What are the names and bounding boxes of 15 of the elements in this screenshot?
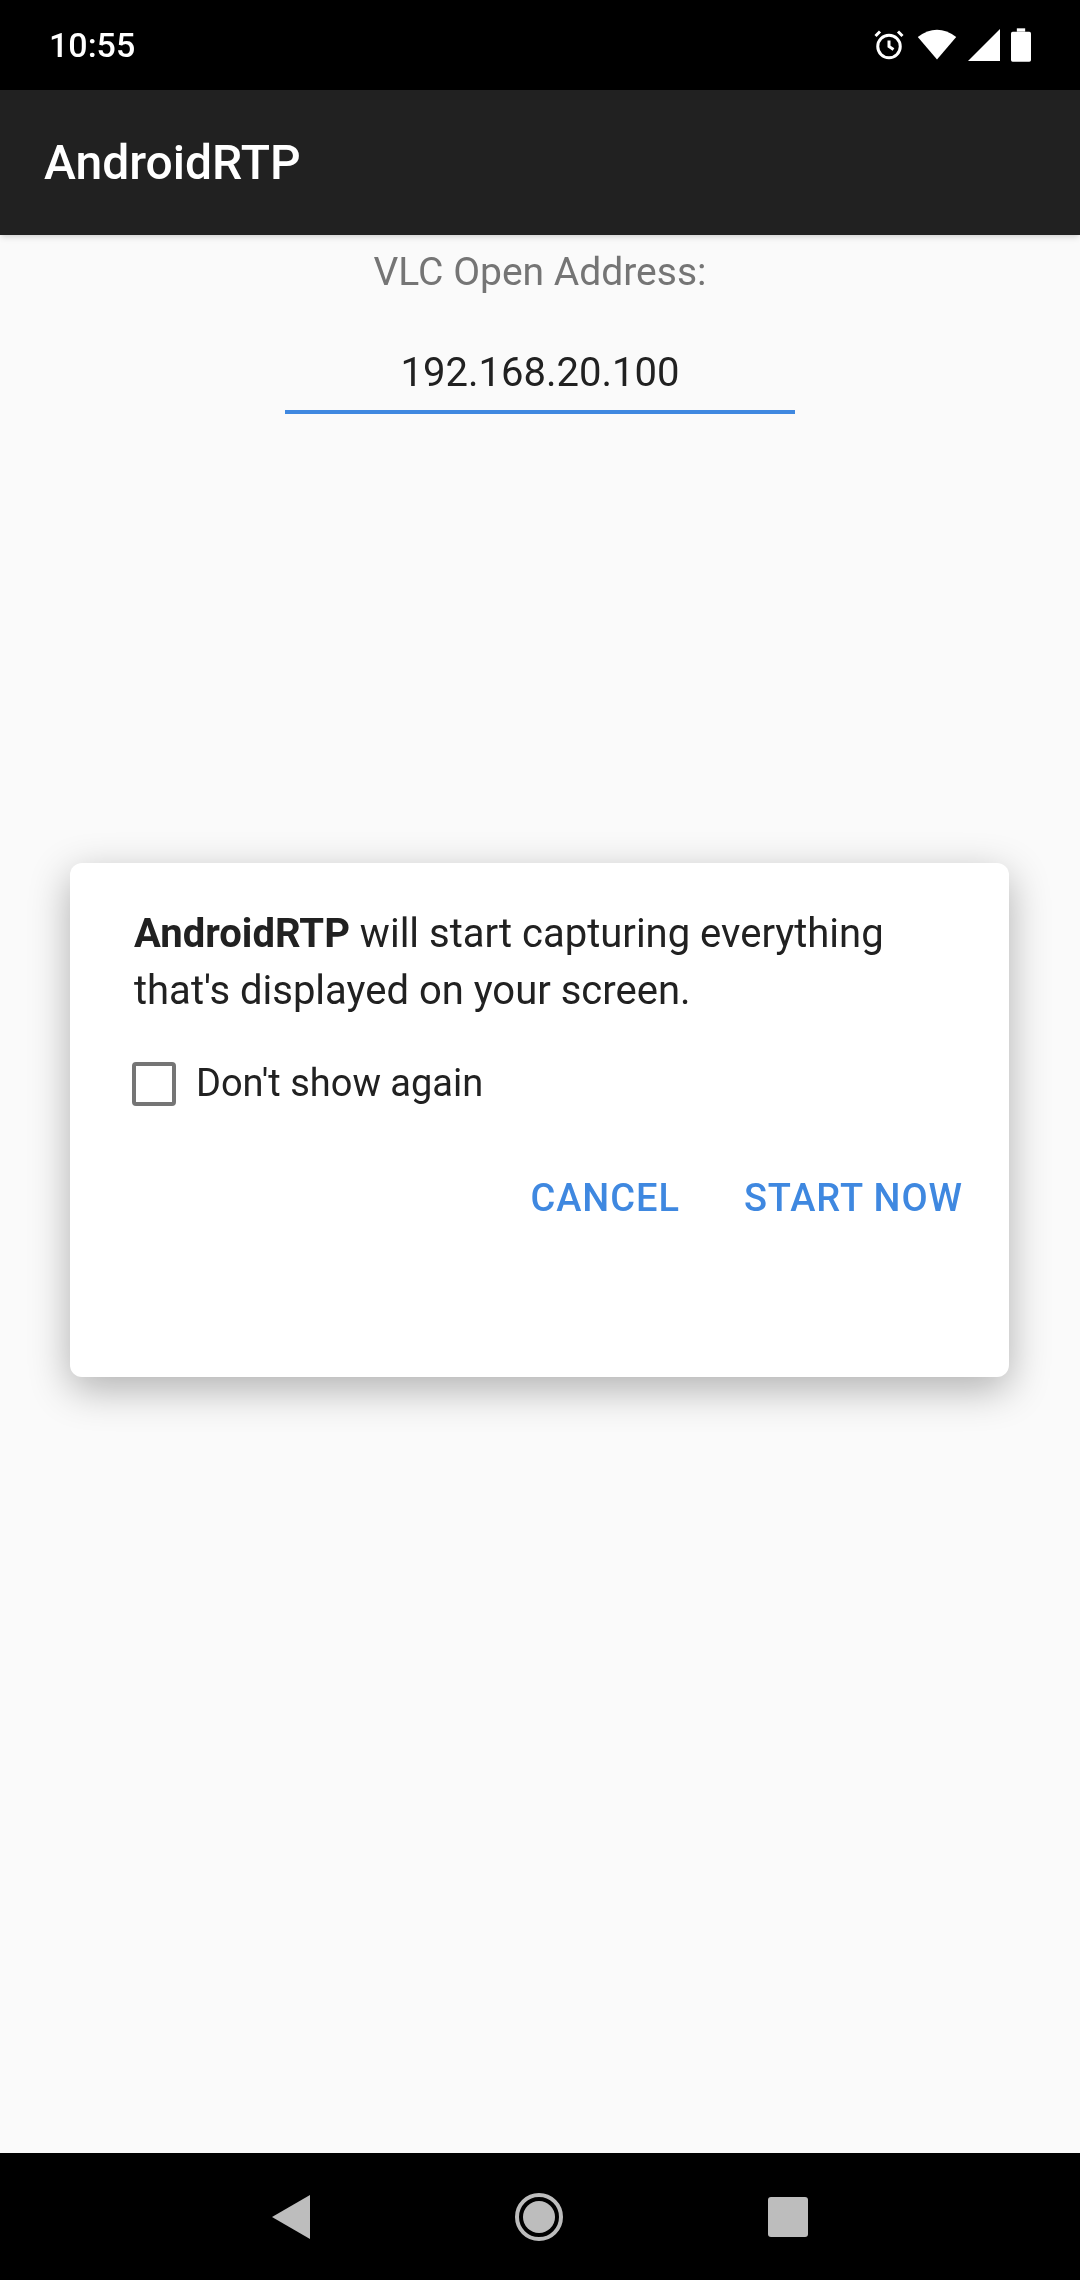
- checkbox[interactable]: [132, 1061, 176, 1106]
- home-icon[interactable]: [514, 2191, 564, 2242]
- app-title: AndroidRTP: [44, 132, 301, 193]
- dialog-button[interactable]: CANCEL: [508, 1156, 702, 1241]
- back-icon[interactable]: [272, 2194, 310, 2239]
- signal-icon: [967, 29, 1001, 61]
- battery-icon: [1011, 28, 1031, 62]
- checkbox-label: Don't show again: [196, 1060, 484, 1107]
- address-label: VLC Open Address:: [373, 248, 707, 297]
- dialog-button[interactable]: START NOW: [721, 1156, 985, 1241]
- dialog-message: AndroidRTP will start capturing everything that's displayed on your screen.: [134, 909, 885, 1016]
- address-field[interactable]: 192.168.20.100: [285, 335, 795, 414]
- status-time: 10:55: [49, 23, 136, 67]
- wifi-icon: [917, 29, 957, 61]
- recents-icon[interactable]: [768, 2196, 808, 2237]
